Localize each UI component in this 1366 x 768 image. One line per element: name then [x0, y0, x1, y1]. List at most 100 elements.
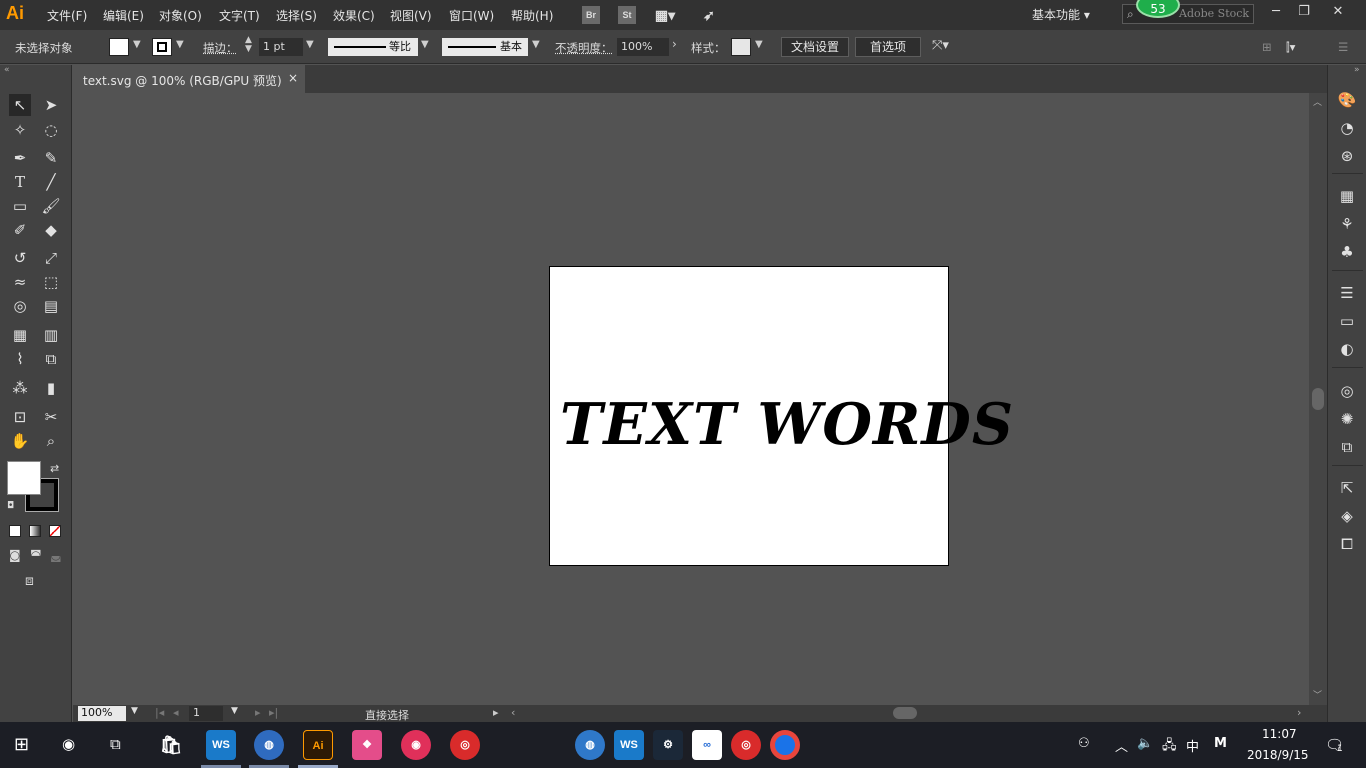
chevron-right-icon[interactable]: › — [672, 37, 677, 51]
stroke-label[interactable]: 描边： — [203, 40, 238, 56]
artboard[interactable]: TEXT WORDS — [549, 266, 1013, 566]
task-view-icon[interactable]: ⧉ — [110, 735, 121, 753]
image-trace-icon[interactable]: ⧉ — [1337, 437, 1357, 457]
current-tool-status[interactable]: 直接选择 — [365, 707, 409, 723]
network-icon[interactable]: 🖧 — [1162, 736, 1177, 758]
symbols-panel-icon[interactable]: ♣ — [1337, 242, 1357, 262]
document-tab[interactable]: text.svg @ 100% (RGB/GPU 预览) × — [73, 65, 305, 93]
menu-select[interactable]: 选择(S) — [276, 7, 317, 24]
chevron-down-icon[interactable]: ▼ — [131, 706, 138, 716]
scroll-down-icon[interactable]: ﹀ — [1313, 688, 1322, 701]
scroll-left-icon[interactable]: ‹ — [511, 706, 515, 719]
menu-type[interactable]: 文字(T) — [219, 7, 260, 24]
photos-icon[interactable]: ❖ — [352, 730, 382, 760]
eraser-tool-icon[interactable]: ◆ — [40, 219, 62, 241]
lasso-tool-icon[interactable]: ◌ — [40, 119, 62, 141]
close-button[interactable]: ✕ — [1324, 4, 1352, 24]
canvas[interactable]: TEXT WORDS — [73, 93, 1309, 705]
webstorm-pinned-icon[interactable]: WS — [614, 730, 644, 760]
export-icon[interactable]: ⇱ — [1337, 478, 1357, 498]
menu-file[interactable]: 文件(F) — [47, 7, 87, 24]
gradient-panel-icon[interactable]: ▭ — [1337, 311, 1357, 331]
menu-object[interactable]: 对象(O) — [159, 7, 202, 24]
document-setup-button[interactable]: 文档设置 — [781, 37, 849, 57]
artboard-tool-icon[interactable]: ⊡ — [9, 406, 31, 428]
status-menu-icon[interactable]: ▸ — [493, 706, 499, 719]
zoom-tool-icon[interactable]: ⌕ — [40, 430, 62, 452]
hand-tool-icon[interactable]: ✋ — [9, 430, 31, 452]
color-guide-icon[interactable]: ◔ — [1337, 118, 1357, 138]
pen-tool-icon[interactable]: ✒ — [9, 147, 31, 169]
next-artboard-icon[interactable]: ▸ — [255, 706, 261, 719]
store-icon[interactable]: 🛍 — [156, 730, 186, 760]
chevron-down-icon[interactable]: ▼ — [755, 39, 763, 50]
clock-date[interactable]: 2018/9/15 — [1247, 748, 1309, 762]
brush-definition[interactable]: 基本 — [442, 38, 528, 56]
none-mode-icon[interactable] — [49, 525, 61, 537]
graph-tool-icon[interactable]: ▮ — [40, 377, 62, 399]
swatches-panel-icon[interactable]: ▦ — [1337, 186, 1357, 206]
perspective-grid-tool-icon[interactable]: ▤ — [40, 295, 62, 317]
expand-icon[interactable]: » — [1354, 65, 1360, 75]
previous-artboard-icon[interactable]: ◂ — [173, 706, 179, 719]
selection-tool-icon[interactable]: ↖ — [9, 94, 31, 116]
netease-pinned-icon[interactable]: ◎ — [731, 730, 761, 760]
people-icon[interactable]: ⚇ — [1078, 736, 1090, 751]
recolor-icon[interactable]: ⊛ — [1337, 146, 1357, 166]
chrome-icon[interactable] — [770, 730, 800, 760]
symbol-sprayer-tool-icon[interactable]: ⁂ — [9, 377, 31, 399]
graphic-styles-icon[interactable]: ✺ — [1337, 409, 1357, 429]
magic-wand-tool-icon[interactable]: ✧ — [9, 119, 31, 141]
chevron-down-icon[interactable]: ▼ — [532, 39, 540, 50]
globe-icon[interactable]: ◍ — [575, 730, 605, 760]
color-mode-icon[interactable] — [9, 525, 21, 537]
gradient-tool-icon[interactable]: ▥ — [40, 324, 62, 346]
chevron-down-icon[interactable]: ▼ — [176, 39, 184, 50]
scroll-up-icon[interactable]: ︿ — [1313, 95, 1322, 108]
menu-edit[interactable]: 编辑(E) — [103, 7, 144, 24]
menu-window[interactable]: 窗口(W) — [449, 7, 494, 24]
vertical-scroll-thumb[interactable] — [1312, 388, 1324, 410]
clock-time[interactable]: 11:07 — [1262, 727, 1297, 741]
first-artboard-icon[interactable]: |◂ — [155, 706, 164, 719]
draw-inside-icon[interactable]: ◛ — [50, 548, 62, 562]
fill-swatch[interactable] — [109, 38, 129, 56]
last-artboard-icon[interactable]: ▸| — [269, 706, 278, 719]
stroke-panel-icon[interactable]: ☰ — [1337, 283, 1357, 303]
zoom-field[interactable]: 100% — [78, 706, 126, 721]
preferences-button[interactable]: 首选项 — [855, 37, 921, 57]
steam-icon[interactable]: ⚙ — [653, 730, 683, 760]
minimize-button[interactable]: ─ — [1262, 4, 1290, 24]
transform-icon[interactable]: ⫿▾ — [1286, 40, 1295, 55]
workspace-switcher[interactable]: 基本功能 ▾ — [1032, 6, 1090, 23]
ime-indicator[interactable]: 中 — [1186, 736, 1199, 755]
menu-effect[interactable]: 效果(C) — [333, 7, 375, 24]
chevron-down-icon[interactable]: ▼ — [133, 39, 141, 50]
collapse-icon[interactable]: « — [4, 65, 10, 75]
width-tool-icon[interactable]: ≈ — [9, 271, 31, 293]
graphic-style-swatch[interactable] — [731, 38, 751, 56]
arrange-documents-icon[interactable]: ▦▾ — [650, 6, 680, 24]
draw-behind-icon[interactable]: ◚ — [30, 548, 42, 562]
chevron-down-icon[interactable]: ▼ — [231, 706, 238, 716]
artboard-number-field[interactable]: 1 — [189, 706, 223, 721]
default-colors-icon[interactable]: ◘ — [7, 501, 14, 511]
opacity-field[interactable]: 100% — [617, 38, 669, 56]
slice-tool-icon[interactable]: ✂ — [40, 406, 62, 428]
mesh-tool-icon[interactable]: ▦ — [9, 324, 31, 346]
volume-icon[interactable]: 🔈 — [1137, 736, 1153, 751]
scroll-right-icon[interactable]: › — [1297, 706, 1301, 719]
rotate-tool-icon[interactable]: ↺ — [9, 247, 31, 269]
scale-tool-icon[interactable]: ⤢ — [40, 247, 62, 269]
brushes-panel-icon[interactable]: ⚘ — [1337, 214, 1357, 234]
gradient-mode-icon[interactable] — [29, 525, 41, 537]
shaper-tool-icon[interactable]: ✐ — [9, 219, 31, 241]
menu-view[interactable]: 视图(V) — [390, 7, 432, 24]
rectangle-tool-icon[interactable]: ▭ — [9, 195, 31, 217]
stock-icon[interactable]: St — [618, 6, 636, 24]
appearance-panel-icon[interactable]: ◎ — [1337, 381, 1357, 401]
webstorm-icon[interactable]: WS — [206, 730, 236, 760]
curvature-tool-icon[interactable]: ✎ — [40, 147, 62, 169]
horizontal-scroll-thumb[interactable] — [893, 707, 917, 719]
layers-panel-icon[interactable]: ◈ — [1337, 506, 1357, 526]
